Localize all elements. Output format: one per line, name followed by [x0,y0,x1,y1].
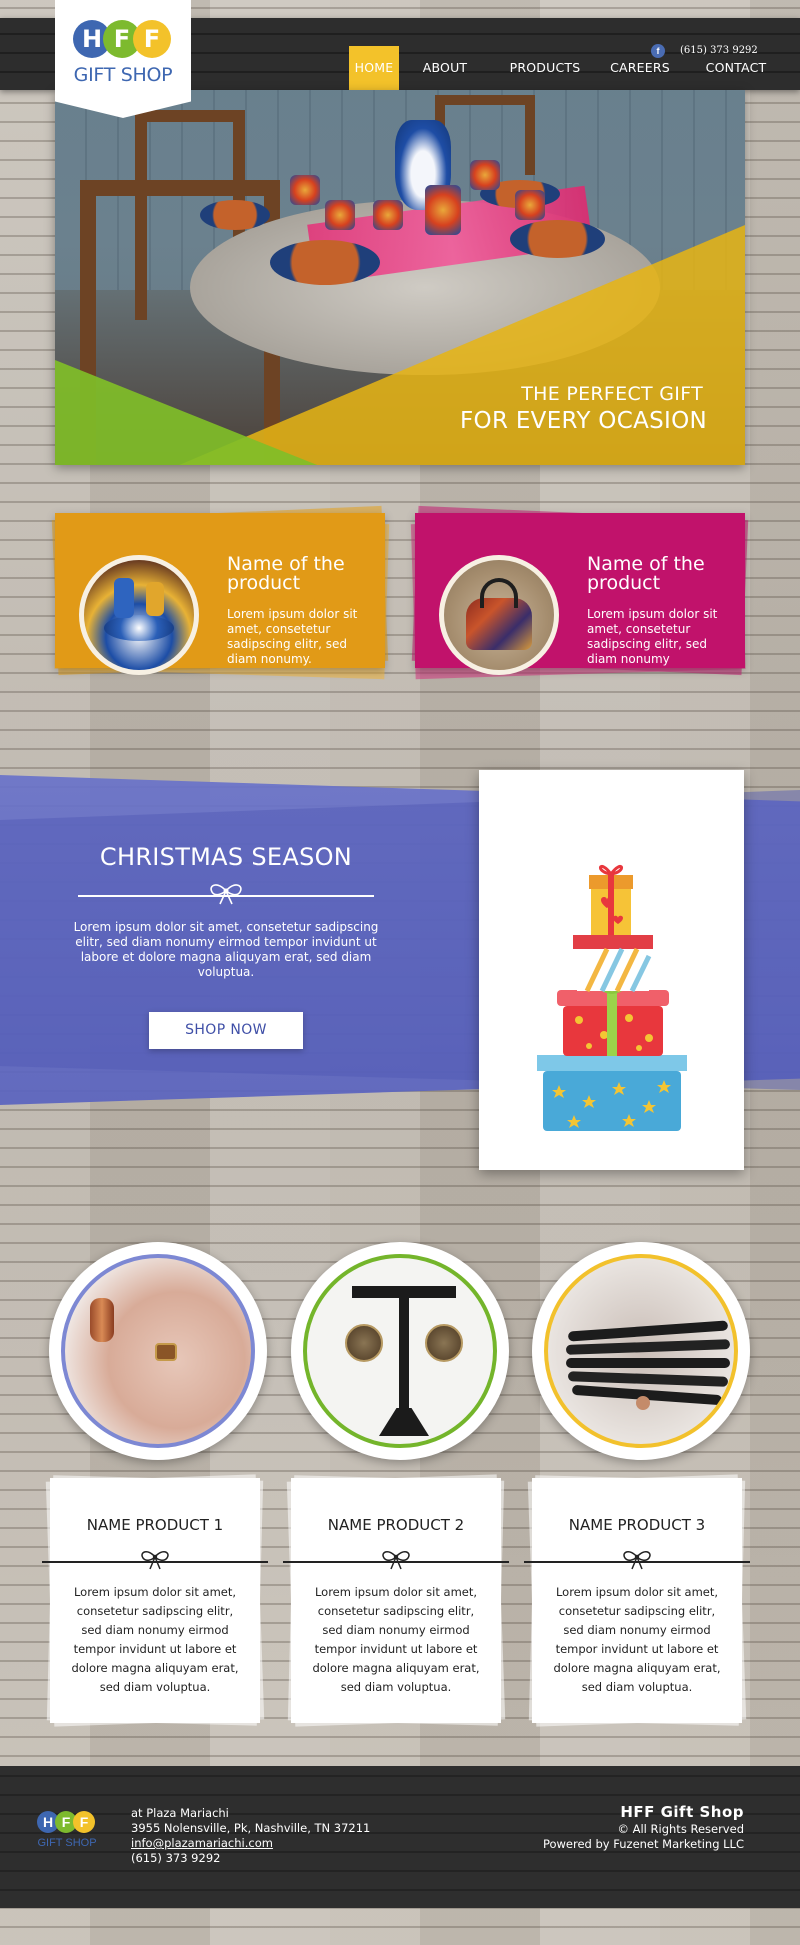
bow-divider [283,1551,509,1570]
logo-letter-f2: F [73,1811,95,1833]
wrap-bracelet-image [544,1254,738,1448]
site-logo[interactable]: H F F GIFT SHOP [55,0,191,118]
earring-stand-base [379,1408,429,1436]
earring-left [345,1324,383,1362]
footer-address: 3955 Nolensville, Pk, Nashville, TN 3721… [131,1821,371,1835]
handbag-handle [480,578,518,608]
product-card-1[interactable]: NAME PRODUCT 1 Lorem ipsum dolor sit ame… [42,1474,268,1727]
pottery-cup [146,582,164,616]
gift-stack-icon [537,864,687,1131]
nav-home[interactable]: HOME [349,46,399,96]
feature-title: Name of the product [227,553,345,594]
site-footer: H F F GIFT SHOP at Plaza Mariachi 3955 N… [0,1766,800,1908]
hero-banner: THE PERFECT GIFT FOR EVERY OCASION [55,90,745,465]
product-image-1[interactable] [49,1242,267,1460]
hero-tagline-2: FOR EVERY OCASION [460,408,707,434]
ring-stone [155,1343,177,1361]
hero-tagline-1: THE PERFECT GIFT [521,383,703,405]
hero-plate [200,200,270,230]
leather-strand [567,1371,729,1387]
product-text: Lorem ipsum dolor sit amet, consetetur s… [71,1585,239,1694]
feature-text: Lorem ipsum dolor sit amet, consetetur s… [587,607,718,666]
earring-stand-bar [352,1286,456,1298]
product-text: Lorem ipsum dolor sit amet, consetetur s… [553,1585,721,1694]
pottery-plate [104,615,174,641]
handbag-image [444,560,554,670]
footer-location: at Plaza Mariachi [131,1806,229,1820]
footer-credits: HFF Gift Shop © All Rights Reserved Powe… [543,1802,744,1852]
product-image-3[interactable] [532,1242,750,1460]
bow-divider [524,1551,750,1570]
footer-email-link[interactable]: info@plazamariachi.com [131,1836,273,1850]
hero-cup [373,200,403,230]
earrings-image [303,1254,497,1448]
bow-divider [42,1551,268,1570]
product-text: Lorem ipsum dolor sit amet, consetetur s… [312,1585,480,1694]
leather-strand [567,1320,729,1342]
gift-image-card [479,770,744,1170]
nav-about[interactable]: ABOUT [411,46,479,96]
hero-plate [270,240,380,285]
footer-phone[interactable]: (615) 373 9292 [131,1851,370,1866]
hero-plate [510,220,605,258]
footer-brand: HFF Gift Shop [620,1803,744,1821]
feature-card-1[interactable]: Name of the product Lorem ipsum dolor si… [51,505,390,680]
feature-image-ring [439,555,559,675]
logo-mark: H F F [73,20,173,60]
logo-letter-f2: F [133,20,171,58]
earring-right [425,1324,463,1362]
product-title: NAME PRODUCT 3 [568,1516,706,1534]
leather-strand [566,1358,730,1368]
feature-text: Lorem ipsum dolor sit amet, consetetur s… [227,607,358,666]
product-card-3[interactable]: NAME PRODUCT 3 Lorem ipsum dolor sit ame… [524,1474,750,1727]
footer-powered-by[interactable]: Powered by Fuzenet Marketing LLC [543,1837,744,1852]
logo-subtitle: GIFT SHOP [73,64,173,86]
hero-cup [515,190,545,220]
bracelet-charm [636,1396,650,1410]
nav-contact[interactable]: CONTACT [682,46,790,96]
nav-products[interactable]: PRODUCTS [490,46,600,96]
footer-address-block: at Plaza Mariachi 3955 Nolensville, Pk, … [131,1806,370,1866]
product-title: NAME PRODUCT 2 [327,1516,465,1534]
product-title: NAME PRODUCT 1 [86,1516,224,1534]
footer-logo[interactable]: H F F GIFT SHOP [35,1811,105,1861]
footer-rights: © All Rights Reserved [617,1822,744,1836]
hero-cup [290,175,320,205]
feature-card-2[interactable]: Name of the product Lorem ipsum dolor si… [410,505,749,680]
bracelet-hand-image [61,1254,255,1448]
hero-cup [325,200,355,230]
copper-cuff [90,1298,114,1342]
nav-careers[interactable]: CAREERS [592,46,688,96]
shop-now-button[interactable]: SHOP NOW [149,1012,303,1049]
pottery-image [84,560,194,670]
pottery-cup [114,578,134,618]
earring-stand-post [399,1298,409,1418]
feature-image-ring [79,555,199,675]
product-card-2[interactable]: NAME PRODUCT 2 Lorem ipsum dolor sit ame… [283,1474,509,1727]
bow-divider [78,884,374,905]
logo-subtitle: GIFT SHOP [37,1837,97,1849]
hero-cup [425,185,461,235]
christmas-text: Lorem ipsum dolor sit amet, consetetur s… [73,920,379,979]
leather-strand [565,1339,731,1355]
hero-cup [470,160,500,190]
christmas-title: CHRISTMAS SEASON [99,843,353,871]
product-image-2[interactable] [291,1242,509,1460]
feature-title: Name of the product [587,553,705,594]
